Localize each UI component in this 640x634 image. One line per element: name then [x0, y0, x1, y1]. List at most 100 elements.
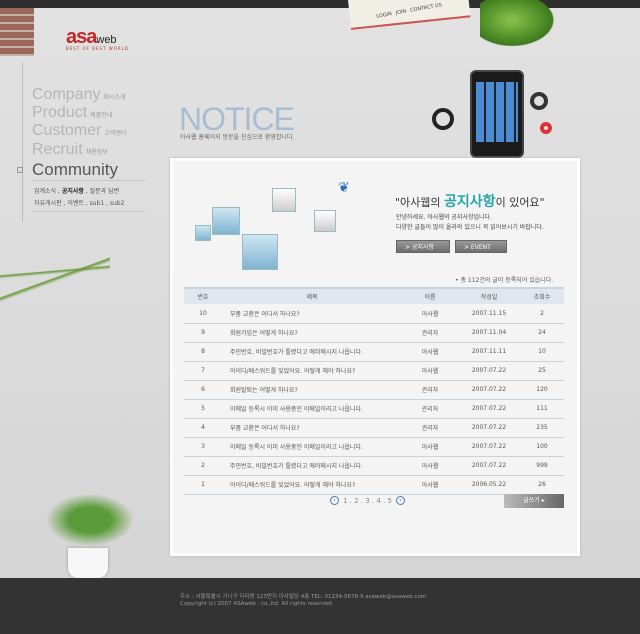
- vine-decoration: [0, 245, 110, 335]
- table-row[interactable]: 2 주민번호, 비밀번호가 틀렸다고 에러메시지 나옵니다. 아사웹 2007.07.…: [184, 456, 564, 476]
- row-number: 3: [184, 437, 222, 457]
- circle-decoration: [530, 92, 548, 110]
- row-title[interactable]: 이메일 등록시 이미 사용중인 이메일이라고 나옵니다.: [222, 437, 402, 457]
- row-views: 111: [520, 399, 564, 419]
- cube-power-icon: [242, 234, 278, 270]
- write-button[interactable]: 글쓰기 ▸: [504, 494, 564, 508]
- divider: [32, 180, 146, 181]
- row-number: 9: [184, 323, 222, 343]
- row-views: 120: [520, 380, 564, 400]
- logo-main: asa: [66, 26, 97, 48]
- row-author: 관리자: [402, 323, 458, 343]
- notice-table: 번호 제목 이름 작성일 조회수 10 부품 교환은 어디서 하나요? 아사웹 200…: [184, 287, 564, 495]
- row-author: 관리자: [402, 418, 458, 438]
- divider: [32, 211, 146, 212]
- cube-cursor-icon: [314, 210, 336, 232]
- row-author: 아사웹: [402, 437, 458, 457]
- row-date: 2007.07.22: [458, 380, 520, 400]
- row-views: 2: [520, 304, 564, 324]
- row-author: 아사웹: [402, 342, 458, 362]
- table-row[interactable]: 4 부품 교환은 어디서 하나요? 관리자 2007.07.22 235: [184, 418, 564, 438]
- page-subtitle: 아사웹 홈페이지 방문을 진심으로 환영합니다.: [180, 134, 295, 141]
- submenu-notice: 공지사항: [61, 188, 84, 195]
- row-author: 관리자: [402, 380, 458, 400]
- menu-company[interactable]: Company 회사소개: [32, 86, 126, 104]
- prev-page-icon[interactable]: ‹: [330, 496, 339, 505]
- row-views: 10: [520, 342, 564, 362]
- cube-ie-icon: [272, 188, 296, 212]
- row-title[interactable]: 이메일 등록시 이미 사용중인 이메일이라고 나옵니다.: [222, 399, 402, 419]
- row-title[interactable]: 주민번호, 비밀번호가 틀렸다고 에러메시지 나옵니다.: [222, 456, 402, 476]
- row-views: 24: [520, 323, 564, 343]
- total-count: • 총 112건의 글이 등록되어 있습니다.: [455, 277, 554, 284]
- row-date: 2007.11.15: [458, 304, 520, 324]
- plant-decoration: [40, 490, 140, 550]
- row-number: 7: [184, 361, 222, 381]
- cube-thumb-icon: [195, 225, 211, 241]
- row-views: 100: [520, 437, 564, 457]
- col-date: 작성일: [458, 287, 520, 304]
- row-title[interactable]: 회원가입은 어떻게 하나요?: [222, 323, 402, 343]
- row-title[interactable]: 부품 교환은 어디서 하나요?: [222, 418, 402, 438]
- row-title[interactable]: 부품 교환은 어디서 하나요?: [222, 304, 402, 324]
- row-author: 아사웹: [402, 304, 458, 324]
- row-author: 아사웹: [402, 475, 458, 495]
- table-row[interactable]: 7 아이디/패스워드를 잊었어요. 어떻게 해야 하나요? 아사웹 2007.07.2…: [184, 361, 564, 381]
- intro-text: 안녕하세요. 아사웹의 공지사항입니다.: [396, 214, 492, 221]
- table-row[interactable]: 6 회원탈퇴는 어떻게 하나요? 관리자 2007.07.22 120: [184, 380, 564, 400]
- row-title[interactable]: 회원탈퇴는 어떻게 하나요?: [222, 380, 402, 400]
- row-date: 2007.07.22: [458, 456, 520, 476]
- table-row[interactable]: 10 부품 교환은 어디서 하나요? 아사웹 2007.11.15 2: [184, 304, 564, 324]
- cube-ie-icon: [212, 207, 240, 235]
- row-date: 2007.11.11: [458, 342, 520, 362]
- row-date: 2007.07.22: [458, 437, 520, 457]
- row-number: 5: [184, 399, 222, 419]
- row-views: 25: [520, 361, 564, 381]
- row-views: 26: [520, 475, 564, 495]
- row-date: 2007.07.22: [458, 399, 520, 419]
- next-page-icon[interactable]: ›: [395, 496, 405, 505]
- row-number: 6: [184, 380, 222, 400]
- submenu-line1[interactable]: 업계소식 , 공지사항 , 질문과 답변: [34, 186, 119, 195]
- tagline: BEST OF BEST WORLD: [66, 46, 129, 51]
- row-views: 235: [520, 418, 564, 438]
- row-date: 2007.07.22: [458, 418, 520, 438]
- col-views: 조회수: [520, 287, 564, 304]
- row-number: 10: [184, 304, 222, 324]
- row-author: 아사웹: [402, 361, 458, 381]
- menu-customer[interactable]: Customer 고객센터: [32, 122, 126, 140]
- circle-decoration: [540, 122, 552, 134]
- pot-decoration: [68, 548, 108, 578]
- butterfly-icon: ❦: [338, 180, 350, 196]
- table-row[interactable]: 3 이메일 등록시 이미 사용중인 이메일이라고 나옵니다. 아사웹 2007.07.…: [184, 437, 564, 457]
- row-number: 1: [184, 475, 222, 495]
- circle-decoration: [432, 108, 454, 130]
- event-button[interactable]: > EVENT: [455, 240, 507, 253]
- notice-button[interactable]: > 공지사항: [396, 240, 450, 253]
- menu-recruit[interactable]: Recruit 채용정보: [32, 141, 108, 159]
- submenu-line2[interactable]: 자유게시판 , 이벤트 , sub1 , sub2: [34, 198, 124, 207]
- page-numbers[interactable]: 1 . 2 . 3 . 4 . 5: [343, 497, 392, 505]
- pagination: ‹ 1 . 2 . 3 . 4 . 5 ›: [330, 496, 405, 505]
- row-views: 999: [520, 456, 564, 476]
- menu-product[interactable]: Product 제품안내: [32, 104, 112, 122]
- brick-decoration: [0, 8, 34, 56]
- row-number: 2: [184, 456, 222, 476]
- row-number: 4: [184, 418, 222, 438]
- row-date: 2007.07.22: [458, 361, 520, 381]
- menu-community[interactable]: Community: [32, 160, 118, 180]
- table-row[interactable]: 9 회원가입은 어떻게 하나요? 관리자 2007.11.04 24: [184, 323, 564, 343]
- row-title[interactable]: 아이디/패스워드를 잊었어요. 어떻게 해야 하나요?: [222, 361, 402, 381]
- row-title[interactable]: 아이디/패스워드를 잊었어요. 어떻게 해야 하나요?: [222, 475, 402, 495]
- table-row[interactable]: 1 아이디/패스워드를 잊었어요. 어떻게 해야 하나요? 아사웹 2006.05.2…: [184, 475, 564, 495]
- row-author: 아사웹: [402, 456, 458, 476]
- row-number: 8: [184, 342, 222, 362]
- table-row[interactable]: 8 주민번호, 비밀번호가 틀렸다고 에러메시지 나옵니다. 아사웹 2007.11.…: [184, 342, 564, 362]
- row-title[interactable]: 주민번호, 비밀번호가 틀렸다고 에러메시지 나옵니다.: [222, 342, 402, 362]
- col-title: 제목: [222, 287, 402, 304]
- footer-copyright: Copyright (c) 2007 ASAweb . co.,ltd. All…: [180, 601, 334, 607]
- phone-image: [470, 70, 524, 158]
- table-row[interactable]: 5 이메일 등록시 이미 사용중인 이메일이라고 나옵니다. 관리자 2007.07.…: [184, 399, 564, 419]
- intro-headline: "아사웹의 공지사항이 있어요": [395, 194, 545, 210]
- col-number: 번호: [184, 287, 222, 304]
